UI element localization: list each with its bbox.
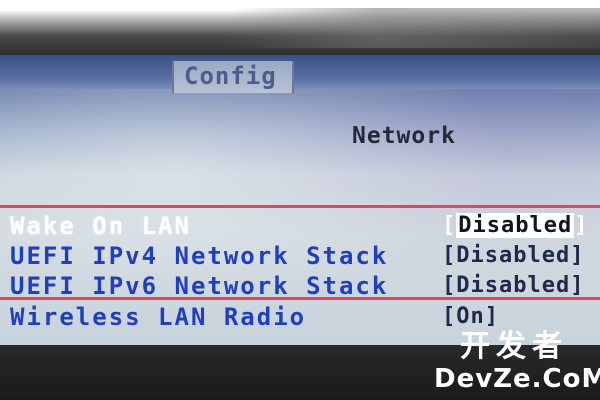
setting-label: UEFI IPv6 Network Stack	[10, 272, 389, 300]
setting-value[interactable]: [Disabled]	[442, 213, 588, 238]
bezel-glare	[230, 8, 600, 48]
watermark-line1: 开发者	[460, 329, 568, 364]
setting-label: Wireless LAN Radio	[10, 303, 307, 331]
bios-screen: Config Network Wake On LAN [Disabled] UE…	[0, 55, 600, 345]
setting-value[interactable]: [On]	[442, 304, 499, 329]
setting-wireless-lan-radio[interactable]: Wireless LAN Radio [On]	[10, 303, 590, 331]
setting-uefi-ipv6-network-stack[interactable]: UEFI IPv6 Network Stack [Disabled]	[10, 272, 590, 300]
site-watermark: 开发者 DevZe.CoM	[434, 329, 600, 396]
section-title: Network	[352, 123, 456, 149]
watermark-line2: DevZe.CoM	[434, 364, 600, 394]
highlight-line-top	[0, 205, 600, 208]
setting-value[interactable]: [Disabled]	[442, 273, 584, 298]
tab-config-label: Config	[184, 62, 277, 90]
setting-label: UEFI IPv4 Network Stack	[10, 242, 389, 270]
bios-menu-bar	[0, 55, 600, 89]
screen-glare	[0, 55, 600, 345]
bios-photo: Config Network Wake On LAN [Disabled] UE…	[0, 0, 600, 400]
setting-value[interactable]: [Disabled]	[442, 243, 584, 268]
setting-uefi-ipv4-network-stack[interactable]: UEFI IPv4 Network Stack [Disabled]	[10, 242, 590, 270]
setting-label: Wake On LAN	[10, 212, 191, 240]
setting-wake-on-lan[interactable]: Wake On LAN [Disabled]	[10, 212, 590, 240]
